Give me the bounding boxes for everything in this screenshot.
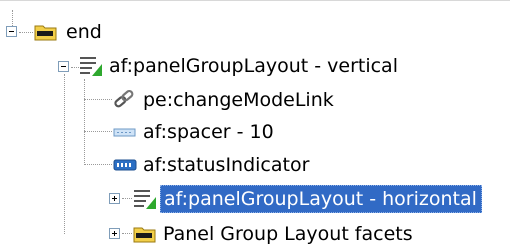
status-indicator-icon bbox=[113, 159, 137, 171]
tree-connector bbox=[84, 164, 112, 165]
tree-node-label: af:spacer - 10 bbox=[143, 121, 274, 143]
collapse-toggle[interactable] bbox=[58, 61, 69, 72]
tree-connector bbox=[122, 233, 132, 234]
component-tree: end af:panelGroupLayout - vertical pe:ch… bbox=[0, 0, 510, 249]
expand-toggle[interactable] bbox=[109, 228, 120, 239]
tree-connector bbox=[64, 74, 65, 234]
tree-connector bbox=[19, 32, 33, 33]
tree-connector bbox=[84, 99, 112, 100]
tree-node-label-selected: af:panelGroupLayout - horizontal bbox=[160, 185, 482, 213]
facet-folder-icon bbox=[34, 25, 57, 41]
tree-node-label: end bbox=[66, 21, 102, 43]
tree-connector bbox=[122, 198, 132, 199]
tree-connector bbox=[84, 79, 85, 165]
tree-node-label: af:statusIndicator bbox=[143, 154, 310, 176]
facet-folder-icon bbox=[133, 227, 156, 243]
panel-group-layout-icon bbox=[80, 57, 102, 76]
tree-node-label: pe:changeModeLink bbox=[143, 89, 334, 111]
tree-node-label: af:panelGroupLayout - vertical bbox=[109, 55, 398, 77]
spacer-icon bbox=[113, 128, 136, 137]
tree-node-label: Panel Group Layout facets bbox=[163, 223, 413, 245]
tree-connector bbox=[84, 131, 112, 132]
link-icon bbox=[114, 89, 134, 108]
expand-toggle[interactable] bbox=[109, 193, 120, 204]
panel-group-layout-icon bbox=[134, 190, 156, 209]
collapse-toggle[interactable] bbox=[6, 26, 17, 37]
